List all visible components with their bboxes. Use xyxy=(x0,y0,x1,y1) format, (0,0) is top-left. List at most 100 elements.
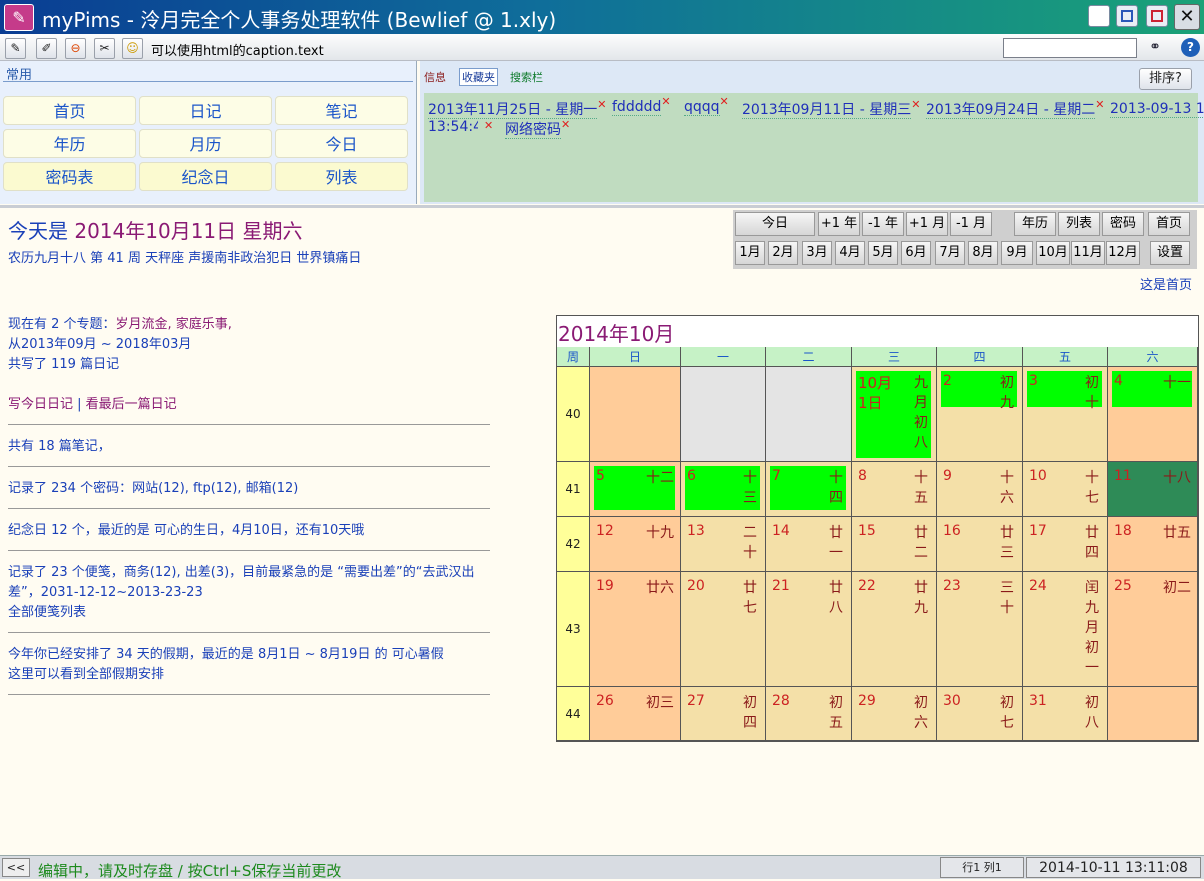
write-diary-link[interactable]: 写今日日记 xyxy=(8,397,73,412)
month-button[interactable]: 10月 xyxy=(1036,241,1070,265)
close-button[interactable]: ✕ xyxy=(1174,4,1200,30)
calendar-day[interactable]: 12 十九 xyxy=(590,517,681,572)
favorite-item[interactable]: 网络密码✕ xyxy=(505,118,570,139)
quick-button-diary[interactable]: 日记 xyxy=(139,96,272,125)
nav-today-button[interactable]: 今日 xyxy=(735,212,815,236)
calendar-day[interactable]: 11 十八 xyxy=(1108,462,1198,517)
week-number: 44 xyxy=(557,687,590,741)
quick-button-notes[interactable]: 笔记 xyxy=(275,96,408,125)
favorite-item[interactable]: 2013年11月25日 - 星期一✕ xyxy=(428,98,606,119)
calendar-day[interactable]: 25 初二 xyxy=(1108,572,1198,687)
calendar-day[interactable]: 5 十二 xyxy=(590,462,681,517)
calendar-day[interactable]: 10 十七 xyxy=(1023,462,1108,517)
memo-info: 记录了 23 个便笺，商务(12), 出差(3)，目前最紧急的是 “需要出差”的… xyxy=(8,565,475,600)
search-input[interactable] xyxy=(1003,38,1137,58)
calendar-day[interactable]: 27 初四 xyxy=(681,687,766,741)
calendar-day[interactable]: 9 十六 xyxy=(937,462,1023,517)
month-button[interactable]: 1月 xyxy=(735,241,765,265)
fullscreen-button[interactable] xyxy=(1116,5,1138,27)
month-button[interactable]: 6月 xyxy=(901,241,931,265)
calendar-day[interactable]: 14 廿一 xyxy=(766,517,852,572)
calendar-day[interactable]: 13 二十 xyxy=(681,517,766,572)
nav-next-year-button[interactable]: +1 年 xyxy=(818,212,860,236)
minimize-button[interactable] xyxy=(1088,5,1110,27)
calendar-day[interactable] xyxy=(590,367,681,462)
calendar-day[interactable]: 19 廿六 xyxy=(590,572,681,687)
month-button[interactable]: 3月 xyxy=(802,241,832,265)
favorite-item[interactable]: 2013年09月24日 - 星期二✕ xyxy=(926,98,1104,119)
tab-favorites[interactable]: 收藏夹 xyxy=(459,68,498,86)
app-icon[interactable]: ✎ xyxy=(4,4,34,31)
nav-next-month-button[interactable]: +1 月 xyxy=(906,212,948,236)
tools-icon[interactable]: ✂ xyxy=(94,38,115,59)
month-button[interactable]: 12月 xyxy=(1106,241,1140,265)
quick-button-month-calendar[interactable]: 月历 xyxy=(139,129,272,158)
sort-button[interactable]: 排序? xyxy=(1139,68,1192,90)
month-button[interactable]: 11月 xyxy=(1071,241,1105,265)
brush-icon[interactable]: ✐ xyxy=(36,38,57,59)
favorite-remove-icon[interactable]: ✕ xyxy=(484,119,493,132)
calendar-day[interactable] xyxy=(766,367,852,462)
nav-password-button[interactable]: 密码 xyxy=(1102,212,1144,236)
calendar-day[interactable]: 7 十四 xyxy=(766,462,852,517)
calendar-day[interactable]: 24 闰九月初一 xyxy=(1023,572,1108,687)
calendar-day[interactable]: 29 初六 xyxy=(852,687,937,741)
binoculars-icon[interactable]: ⚭ xyxy=(1143,36,1167,58)
month-button[interactable]: 8月 xyxy=(968,241,998,265)
calendar-day[interactable]: 18 廿五 xyxy=(1108,517,1198,572)
calendar-day[interactable]: 26 初三 xyxy=(590,687,681,741)
help-icon[interactable]: ? xyxy=(1181,38,1200,57)
all-holidays-link[interactable]: 这里可以看到全部假期安排 xyxy=(8,665,164,685)
calendar-day[interactable]: 2 初九 xyxy=(937,367,1023,462)
tab-info[interactable]: 信息 xyxy=(424,69,446,85)
nav-prev-month-button[interactable]: -1 月 xyxy=(950,212,992,236)
user-icon[interactable]: ☺ xyxy=(122,38,143,59)
favorite-item[interactable]: 2013-09-13 13:54:45 xyxy=(1110,99,1204,119)
calendar-day[interactable]: 8 十五 xyxy=(852,462,937,517)
month-button[interactable]: 2月 xyxy=(768,241,798,265)
calendar-day[interactable]: 17 廿四 xyxy=(1023,517,1108,572)
calendar-day[interactable]: 23 三十 xyxy=(937,572,1023,687)
month-button[interactable]: 7月 xyxy=(935,241,965,265)
calendar-day[interactable]: 6 十三 xyxy=(681,462,766,517)
nav-year-calendar-button[interactable]: 年历 xyxy=(1014,212,1056,236)
quick-button-year-calendar[interactable]: 年历 xyxy=(3,129,136,158)
calendar-day[interactable]: 10月1日 九月初八 xyxy=(852,367,937,462)
last-diary-link[interactable]: 看最后一篇日记 xyxy=(86,397,177,412)
quick-button-anniversary[interactable]: 纪念日 xyxy=(139,162,272,191)
maximize-button[interactable] xyxy=(1146,5,1168,27)
calendar-day[interactable] xyxy=(1108,687,1198,741)
settings-button[interactable]: 设置 xyxy=(1150,241,1190,265)
calendar-day[interactable] xyxy=(681,367,766,462)
topics-list[interactable]: 岁月流金, 家庭乐事, xyxy=(116,317,232,332)
quick-button-list[interactable]: 列表 xyxy=(275,162,408,191)
calendar-day[interactable]: 21 廿八 xyxy=(766,572,852,687)
nav-home-button[interactable]: 首页 xyxy=(1148,212,1190,236)
month-button[interactable]: 5月 xyxy=(868,241,898,265)
calendar-day[interactable]: 28 初五 xyxy=(766,687,852,741)
quick-button-home[interactable]: 首页 xyxy=(3,96,136,125)
calendar-day[interactable]: 30 初七 xyxy=(937,687,1023,741)
minus-circle-icon[interactable]: ⊖ xyxy=(65,38,86,59)
tab-search[interactable]: 搜索栏 xyxy=(510,69,543,85)
calendar-day[interactable]: 16 廿三 xyxy=(937,517,1023,572)
quick-button-today[interactable]: 今日 xyxy=(275,129,408,158)
calendar-day[interactable]: 31 初八 xyxy=(1023,687,1108,741)
calendar-day[interactable]: 20 廿七 xyxy=(681,572,766,687)
all-memos-link[interactable]: 全部便笺列表 xyxy=(8,603,86,623)
favorite-item[interactable]: 2013年09月11日 - 星期三✕ xyxy=(742,98,920,119)
quick-button-passwords[interactable]: 密码表 xyxy=(3,162,136,191)
nav-list-button[interactable]: 列表 xyxy=(1058,212,1100,236)
favorite-item[interactable]: qqqq✕ xyxy=(684,95,729,116)
calendar-day[interactable]: 15 廿二 xyxy=(852,517,937,572)
nav-prev-year-button[interactable]: -1 年 xyxy=(862,212,904,236)
calendar-day[interactable]: 4 十一 xyxy=(1108,367,1198,462)
month-button[interactable]: 4月 xyxy=(835,241,865,265)
calendar-day[interactable]: 22 廿九 xyxy=(852,572,937,687)
status-scroll-left-button[interactable]: << xyxy=(2,858,30,877)
calendar-day[interactable]: 3 初十 xyxy=(1023,367,1108,462)
lunar-day: 廿八 xyxy=(829,580,843,616)
edit-icon[interactable]: ✎ xyxy=(5,38,26,59)
month-button[interactable]: 9月 xyxy=(1001,241,1033,265)
favorite-item[interactable]: fddddd✕ xyxy=(612,95,671,116)
